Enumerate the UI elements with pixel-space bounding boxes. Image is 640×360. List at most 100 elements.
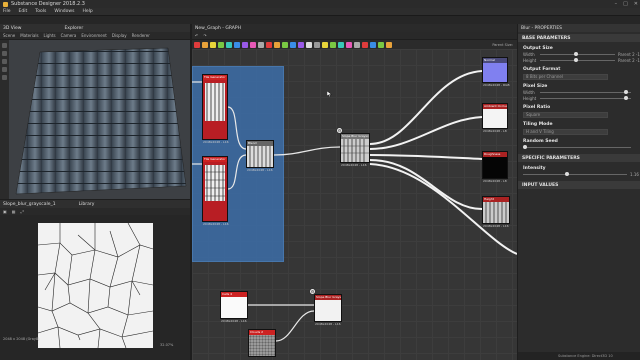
node-options-icon[interactable]: ⚙ xyxy=(336,127,343,134)
viewport-3d[interactable] xyxy=(0,40,190,199)
view3d-menu-environment[interactable]: Environment xyxy=(81,33,107,38)
section-specific-parameters[interactable]: SPECIFIC PARAMETERS xyxy=(518,154,640,162)
grid-icon[interactable] xyxy=(2,59,7,64)
output-width-slider[interactable] xyxy=(540,51,615,56)
node-output-ao[interactable]: Ambient Occlusion 2048x2048 - L8 xyxy=(482,103,508,133)
node-slope-blur-2[interactable]: Slope Blur Grayscale 2048x2048 - L16 xyxy=(314,294,342,326)
graph-tool-button[interactable] xyxy=(378,41,384,48)
node-cells[interactable]: Cells 4 2048x2048 - L16 xyxy=(220,291,248,323)
view3d-menu-display[interactable]: Display xyxy=(112,33,127,38)
graph-tool-button[interactable] xyxy=(226,41,232,48)
output-format-dropdown[interactable]: 8 Bits per Channel xyxy=(523,74,608,80)
graph-tool-button[interactable] xyxy=(386,41,392,48)
library-tab[interactable]: Library xyxy=(79,202,95,207)
output-width-value[interactable]: Parent 2 -1 xyxy=(618,52,640,57)
node-clouds[interactable]: Clouds 2 xyxy=(248,329,276,357)
intensity-slider[interactable] xyxy=(523,171,627,176)
main-toolbar xyxy=(0,16,640,24)
graph-tool-button[interactable] xyxy=(202,41,208,48)
slider-knob[interactable] xyxy=(623,89,628,94)
slider-knob[interactable] xyxy=(523,144,527,149)
graph-tool-button[interactable] xyxy=(194,41,200,48)
node-thumbnail xyxy=(221,297,247,318)
view3d-menu-renderer[interactable]: Renderer xyxy=(132,33,150,38)
viewport-2d[interactable]: 2048 x 2048 (Gray8) 32.07% xyxy=(0,215,190,360)
graph-tool-button[interactable] xyxy=(346,41,352,48)
pixel-height-slider[interactable] xyxy=(540,95,631,100)
graph-tool-button[interactable] xyxy=(210,41,216,48)
node-tile-generator-top[interactable]: Tile Generator 2048x2048 - L16 xyxy=(202,74,229,144)
output-height-slider[interactable] xyxy=(540,57,615,62)
view3d-tab[interactable]: 3D View xyxy=(3,26,21,31)
node-output-normal[interactable]: Normal 2048x2048 - RGB xyxy=(482,57,510,87)
graph-tool-button[interactable] xyxy=(266,41,272,48)
menu-windows[interactable]: Windows xyxy=(54,9,74,14)
graph-tool-button[interactable] xyxy=(234,41,240,48)
graph-tab[interactable]: New_Graph - GRAPH xyxy=(195,26,241,31)
pixel-ratio-dropdown[interactable]: Square xyxy=(523,112,608,118)
view3d-menu-lights[interactable]: Lights xyxy=(44,33,56,38)
maximize-icon[interactable]: □ xyxy=(623,1,628,7)
pixel-ratio-label: Pixel Ratio xyxy=(523,105,551,110)
graph-tool-button[interactable] xyxy=(322,41,328,48)
random-seed-slider[interactable] xyxy=(523,144,631,149)
section-input-values[interactable]: INPUT VALUES xyxy=(518,181,640,189)
axis-icon[interactable] xyxy=(2,67,7,72)
graph-tool-button[interactable] xyxy=(362,41,368,48)
properties-tab[interactable]: Blur - PROPERTIES xyxy=(521,26,562,31)
minimize-icon[interactable]: – xyxy=(615,1,618,7)
graph-tool-button[interactable] xyxy=(298,41,304,48)
slider-knob[interactable] xyxy=(573,51,578,56)
slider-knob[interactable] xyxy=(623,95,628,100)
zoom-level[interactable]: 32.07% xyxy=(160,343,173,347)
tile-icon[interactable]: ▦ xyxy=(12,209,16,214)
menu-help[interactable]: Help xyxy=(82,9,92,14)
tiling-mode-dropdown[interactable]: H and V Tiling xyxy=(523,129,608,135)
graph-tool-button[interactable] xyxy=(314,41,320,48)
fit-icon[interactable]: ⤢ xyxy=(21,209,24,214)
node-tile-generator-bottom[interactable]: Tile Generator 2048x2048 - L16 xyxy=(202,156,229,226)
graph-tool-button[interactable] xyxy=(258,41,264,48)
graph-canvas[interactable]: Tile Generator 2048x2048 - L16 Tile Gene… xyxy=(192,49,517,360)
redo-icon[interactable]: ↷ xyxy=(203,33,206,38)
view2d-tab[interactable]: Slope_blur_grayscale_1 xyxy=(3,202,56,207)
menu-file[interactable]: File xyxy=(3,9,11,14)
texture-size-label: 2048 x 2048 (Gray8) xyxy=(3,337,40,341)
intensity-value[interactable]: 1.16 xyxy=(630,172,640,177)
graph-tool-button[interactable] xyxy=(282,41,288,48)
graph-tool-button[interactable] xyxy=(242,41,248,48)
pixel-width-slider[interactable] xyxy=(540,89,631,94)
camera-icon[interactable] xyxy=(2,43,7,48)
graph-tool-button[interactable] xyxy=(290,41,296,48)
light-icon[interactable] xyxy=(2,51,7,56)
graph-tool-button[interactable] xyxy=(370,41,376,48)
node-output-roughness[interactable]: Roughness 2048x2048 - L8 xyxy=(482,151,508,183)
view3d-menu-materials[interactable]: Materials xyxy=(20,33,38,38)
node-slope-blur[interactable]: Slope Blur Grayscale 2048x2048 - L16 xyxy=(340,133,370,167)
close-icon[interactable]: ✕ xyxy=(634,1,638,7)
menu-tools[interactable]: Tools xyxy=(35,9,46,14)
graph-header: New_Graph - GRAPH ↶ ↷ xyxy=(192,24,517,39)
slider-knob[interactable] xyxy=(564,171,569,176)
graph-tool-button[interactable] xyxy=(354,41,360,48)
view3d-menu-scene[interactable]: Scene xyxy=(3,33,15,38)
wireframe-icon[interactable] xyxy=(2,75,7,80)
graph-tool-button[interactable] xyxy=(250,41,256,48)
section-base-parameters[interactable]: BASE PARAMETERS xyxy=(518,34,640,42)
graph-tool-button[interactable] xyxy=(218,41,224,48)
output-height-value[interactable]: Parent 2 -1 xyxy=(618,58,640,63)
node-output-height[interactable]: Height 2048x2048 - L16 xyxy=(482,196,510,228)
channel-icon[interactable]: ▣ xyxy=(3,209,7,214)
output-format-label: Output Format xyxy=(523,67,561,72)
graph-tool-button[interactable] xyxy=(306,41,312,48)
menu-edit[interactable]: Edit xyxy=(19,9,28,14)
node-options-icon[interactable]: ⚙ xyxy=(309,288,316,295)
slider-knob[interactable] xyxy=(573,57,578,62)
undo-icon[interactable]: ↶ xyxy=(195,33,198,38)
node-blend[interactable]: Blend 2048x2048 - L16 xyxy=(246,140,274,172)
graph-tool-button[interactable] xyxy=(274,41,280,48)
view3d-menu-camera[interactable]: Camera xyxy=(61,33,77,38)
explorer-tab[interactable]: Explorer xyxy=(64,26,83,31)
graph-tool-button[interactable] xyxy=(338,41,344,48)
graph-tool-button[interactable] xyxy=(330,41,336,48)
